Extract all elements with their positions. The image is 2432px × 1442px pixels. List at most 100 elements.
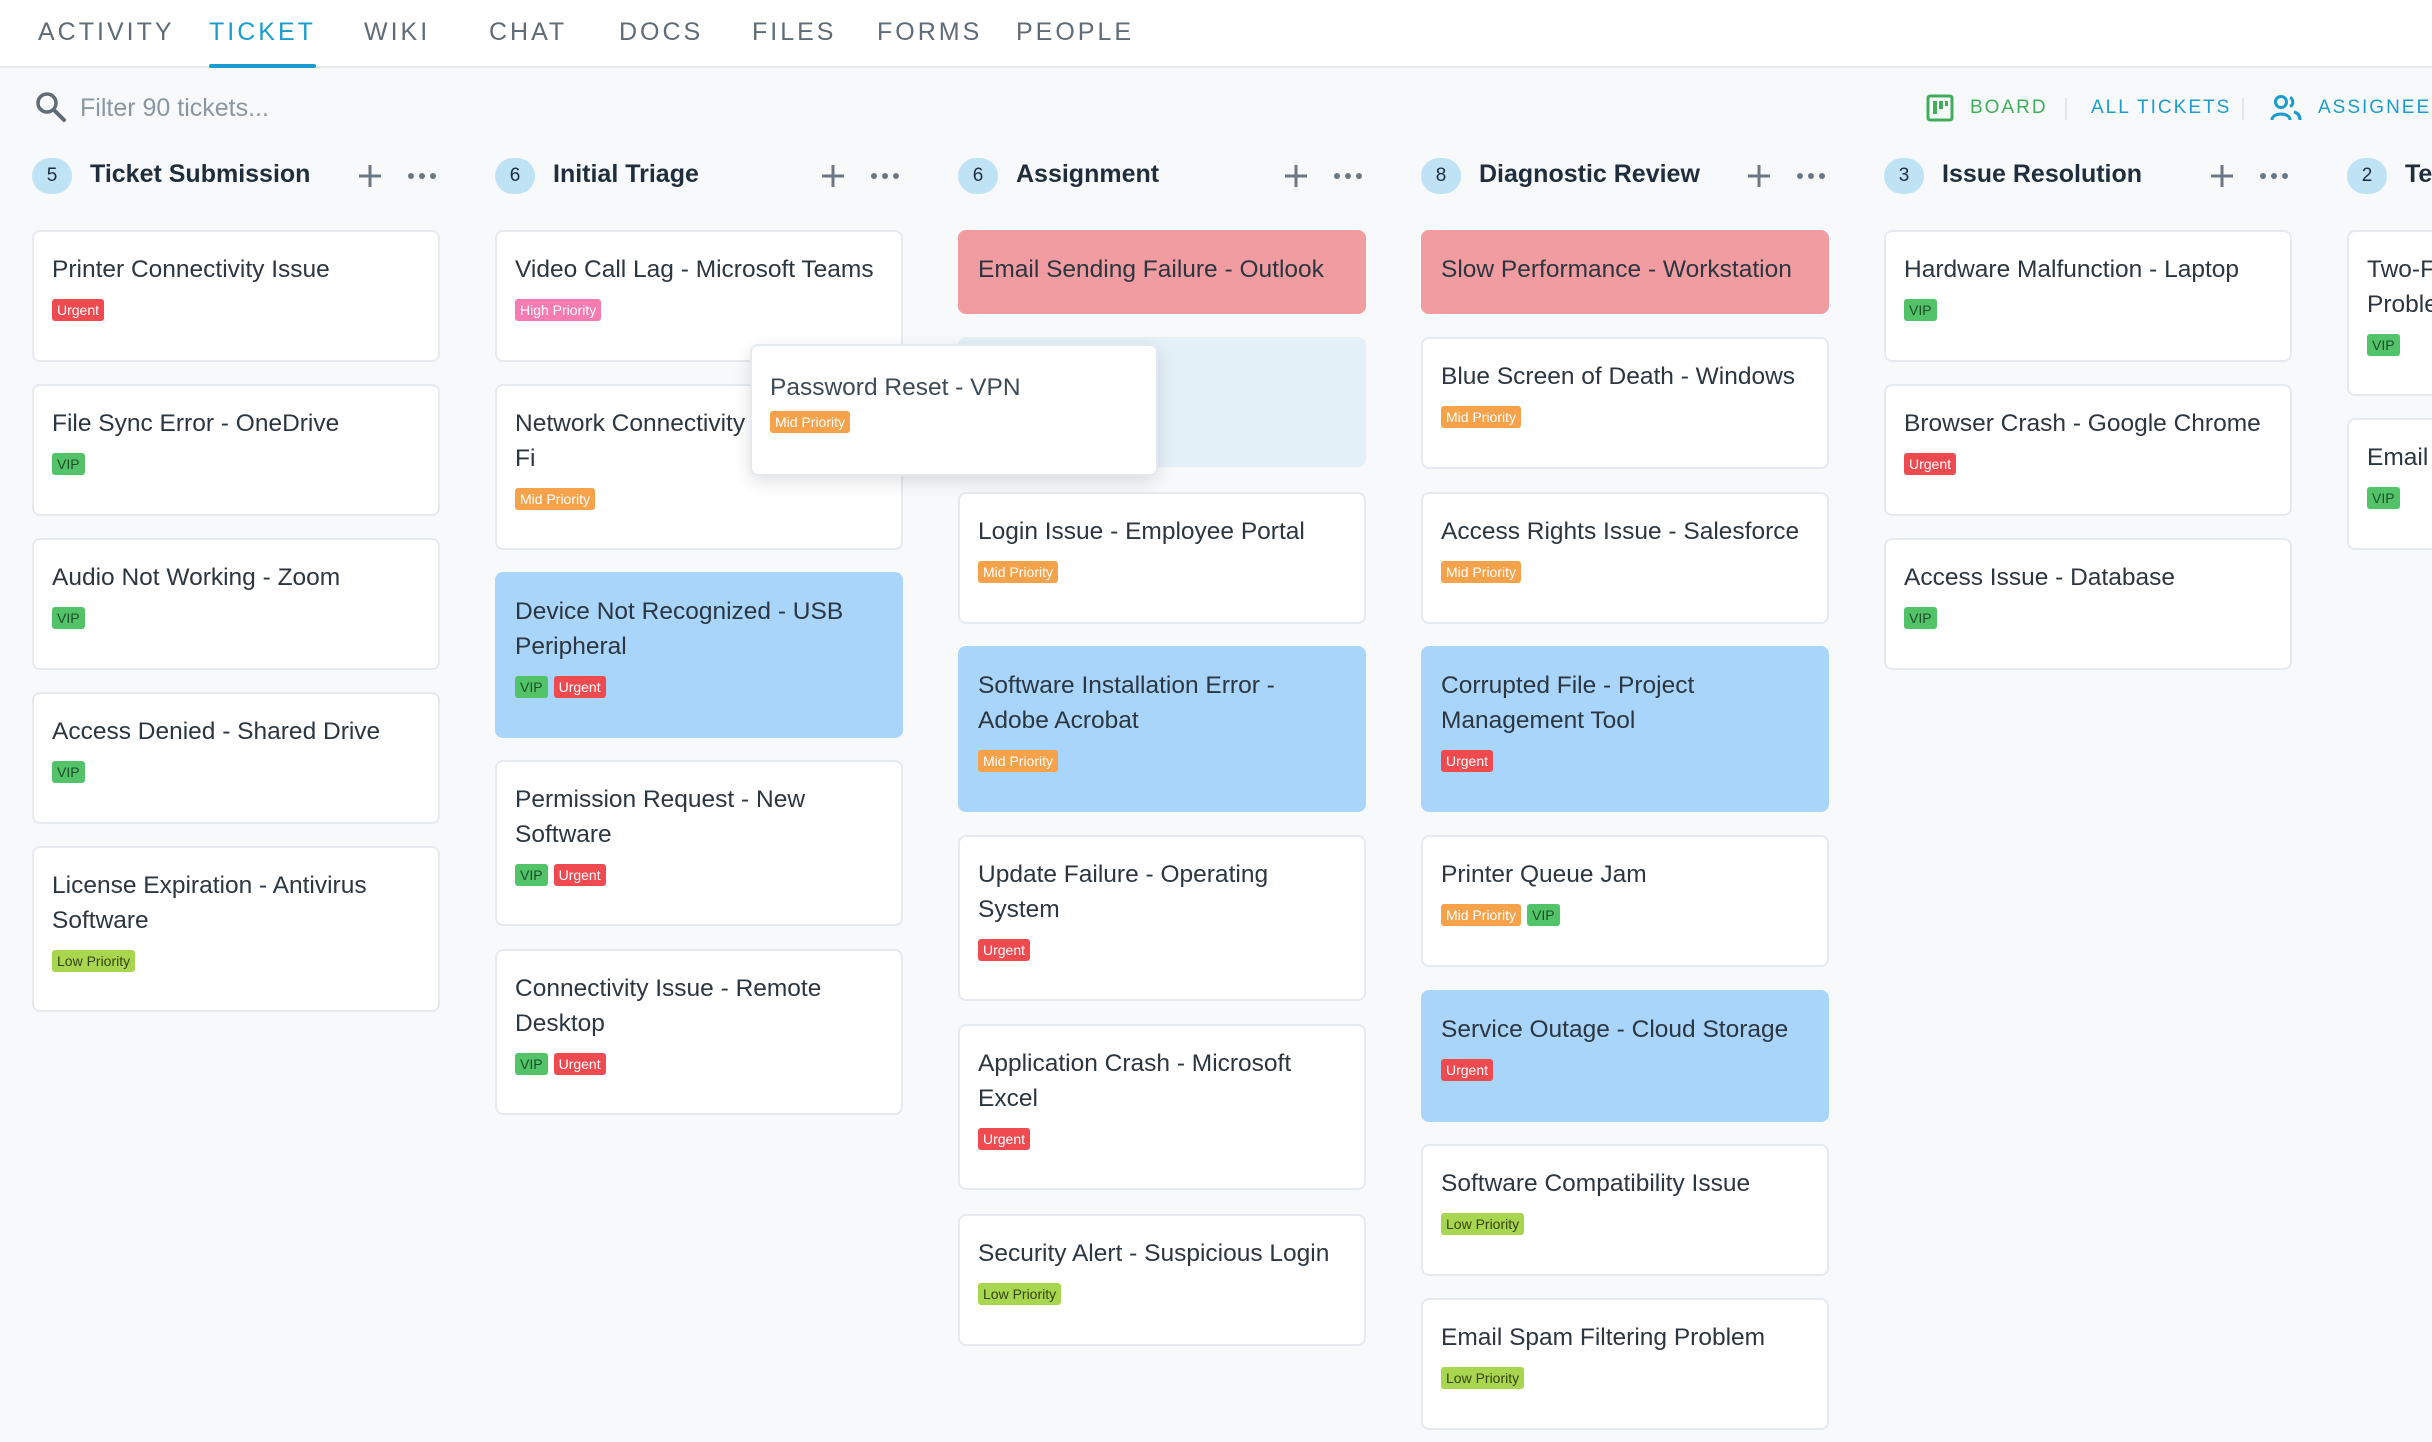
ticket-card[interactable]: Access Rights Issue - Salesforce Mid Pri…: [1421, 492, 1829, 624]
priority-tag-mid: Mid Priority: [1441, 406, 1522, 428]
dragging-ticket-card[interactable]: Password Reset - VPN Mid Priority: [750, 344, 1158, 476]
add-icon[interactable]: [819, 162, 847, 190]
priority-tag-urgent: Urgent: [1904, 453, 1957, 475]
ticket-card[interactable]: Connectivity Issue - Remote Desktop VIP …: [495, 949, 903, 1115]
ticket-count-badge: 6: [958, 158, 998, 194]
priority-tag-high: High Priority: [515, 299, 602, 321]
ticket-title: Access Denied - Shared Drive: [52, 718, 381, 745]
ticket-card[interactable]: Printer Queue Jam Mid Priority VIP: [1421, 835, 1829, 967]
ticket-card[interactable]: Application Crash - Microsoft Excel Urge…: [958, 1024, 1366, 1190]
ticket-title: Printer Queue Jam: [1441, 861, 1647, 888]
ticket-card[interactable]: Access Issue - Database VIP: [1884, 538, 2292, 670]
ticket-card[interactable]: Blue Screen of Death - Windows Mid Prior…: [1421, 337, 1829, 469]
ticket-card[interactable]: Email Sending Failure - Outlook: [958, 230, 1366, 314]
ticket-title: Permission Request - New Software: [515, 786, 806, 848]
column-header: 3 Issue Resolution: [1884, 150, 2292, 202]
add-icon[interactable]: [1282, 162, 1310, 190]
more-options-icon[interactable]: [869, 162, 901, 190]
ticket-count-badge: 5: [32, 158, 72, 194]
search-icon: [36, 92, 66, 122]
assignees-label: ASSIGNEES: [2318, 97, 2432, 118]
ticket-card[interactable]: Hardware Malfunction - Laptop VIP: [1884, 230, 2292, 362]
priority-tag-mid: Mid Priority: [515, 488, 596, 510]
tab-docs[interactable]: DOCS: [619, 18, 703, 52]
ticket-card[interactable]: Update Failure - Operating System Urgent: [958, 835, 1366, 1001]
ticket-title: Email: [2367, 444, 2429, 471]
vip-tag: VIP: [515, 864, 548, 886]
tab-wiki[interactable]: WIKI: [364, 18, 430, 52]
ticket-title: Update Failure - Operating System: [978, 861, 1269, 923]
ticket-card[interactable]: Slow Performance - Workstation: [1421, 230, 1829, 314]
tab-ticket[interactable]: TICKET: [209, 18, 316, 68]
tab-forms[interactable]: FORMS: [877, 18, 982, 52]
ticket-card[interactable]: Two-F Proble VIP: [2347, 230, 2432, 396]
ticket-card[interactable]: Email VIP: [2347, 418, 2432, 550]
more-options-icon[interactable]: [406, 162, 438, 190]
ticket-card[interactable]: Email Spam Filtering Problem Low Priorit…: [1421, 1298, 1829, 1430]
ticket-card[interactable]: Browser Crash - Google Chrome Urgent: [1884, 384, 2292, 516]
board-label: BOARD: [1970, 97, 2048, 118]
board-icon: [1926, 94, 1954, 122]
add-icon[interactable]: [356, 162, 384, 190]
ticket-title: Browser Crash - Google Chrome: [1904, 410, 2261, 437]
filter-input[interactable]: [80, 88, 680, 128]
priority-tag-mid: Mid Priority: [1441, 904, 1522, 926]
board-view-button[interactable]: BOARD: [1926, 92, 2048, 124]
ticket-card[interactable]: File Sync Error - OneDrive VIP: [32, 384, 440, 516]
priority-tag-urgent: Urgent: [52, 299, 105, 321]
assignees-button[interactable]: ASSIGNEES: [2270, 92, 2432, 124]
ticket-card[interactable]: Device Not Recognized - USB Peripheral V…: [495, 572, 903, 738]
ticket-title: License Expiration - Antivirus Software: [52, 872, 367, 934]
ticket-title: File Sync Error - OneDrive: [52, 410, 340, 437]
ticket-card[interactable]: Permission Request - New Software VIP Ur…: [495, 760, 903, 926]
column-title: Diagnostic Review: [1479, 160, 1700, 188]
ticket-title: Access Rights Issue - Salesforce: [1441, 518, 1800, 545]
column-title: Assignment: [1016, 160, 1160, 188]
priority-tag-mid: Mid Priority: [978, 561, 1059, 583]
more-options-icon[interactable]: [1332, 162, 1364, 190]
column-header: 6 Initial Triage: [495, 150, 903, 202]
add-icon[interactable]: [1745, 162, 1773, 190]
ticket-card[interactable]: Software Installation Error - Adobe Acro…: [958, 646, 1366, 812]
top-navigation: ACTIVITY TICKET WIKI CHAT DOCS FILES FOR…: [0, 0, 2432, 68]
ticket-card[interactable]: Printer Connectivity Issue Urgent: [32, 230, 440, 362]
ticket-title: Slow Performance - Workstation: [1441, 256, 1792, 283]
priority-tag-urgent: Urgent: [978, 1128, 1031, 1150]
ticket-card[interactable]: Login Issue - Employee Portal Mid Priori…: [958, 492, 1366, 624]
ticket-card[interactable]: Access Denied - Shared Drive VIP: [32, 692, 440, 824]
ticket-card[interactable]: Video Call Lag - Microsoft Teams High Pr…: [495, 230, 903, 362]
ticket-title: Email Spam Filtering Problem: [1441, 1324, 1766, 1351]
ticket-count-badge: 8: [1421, 158, 1461, 194]
ticket-card[interactable]: Service Outage - Cloud Storage Urgent: [1421, 990, 1829, 1122]
all-tickets-label: ALL TICKETS: [2091, 97, 2232, 118]
ticket-title: Audio Not Working - Zoom: [52, 564, 341, 591]
tab-activity[interactable]: ACTIVITY: [38, 18, 175, 52]
vip-tag: VIP: [515, 676, 548, 698]
ticket-card[interactable]: Corrupted File - Project Management Tool…: [1421, 646, 1829, 812]
tab-people[interactable]: PEOPLE: [1016, 18, 1134, 52]
ticket-title: Application Crash - Microsoft Excel: [978, 1050, 1292, 1112]
ticket-count-badge: 3: [1884, 158, 1924, 194]
ticket-card[interactable]: Security Alert - Suspicious Login Low Pr…: [958, 1214, 1366, 1346]
add-icon[interactable]: [2208, 162, 2236, 190]
ticket-title: Blue Screen of Death - Windows: [1441, 363, 1796, 390]
priority-tag-mid: Mid Priority: [770, 411, 851, 433]
ticket-card[interactable]: License Expiration - Antivirus Software …: [32, 846, 440, 1012]
ticket-card[interactable]: Software Compatibility Issue Low Priorit…: [1421, 1144, 1829, 1276]
column-title: Ticket Submission: [90, 160, 311, 188]
ticket-title: Access Issue - Database: [1904, 564, 2175, 591]
priority-tag-urgent: Urgent: [553, 1053, 606, 1075]
more-options-icon[interactable]: [1795, 162, 1827, 190]
people-icon: [2270, 95, 2302, 121]
ticket-title: Password Reset - VPN: [770, 374, 1021, 401]
column-header: 5 Ticket Submission: [32, 150, 440, 202]
ticket-title: Connectivity Issue - Remote Desktop: [515, 975, 822, 1037]
all-tickets-button[interactable]: ALL TICKETS: [2091, 92, 2231, 124]
column-title: Te: [2405, 160, 2432, 188]
tab-files[interactable]: FILES: [752, 18, 836, 52]
column-title: Issue Resolution: [1942, 160, 2143, 188]
vip-tag: VIP: [52, 453, 85, 475]
more-options-icon[interactable]: [2258, 162, 2290, 190]
tab-chat[interactable]: CHAT: [489, 18, 567, 52]
ticket-card[interactable]: Audio Not Working - Zoom VIP: [32, 538, 440, 670]
